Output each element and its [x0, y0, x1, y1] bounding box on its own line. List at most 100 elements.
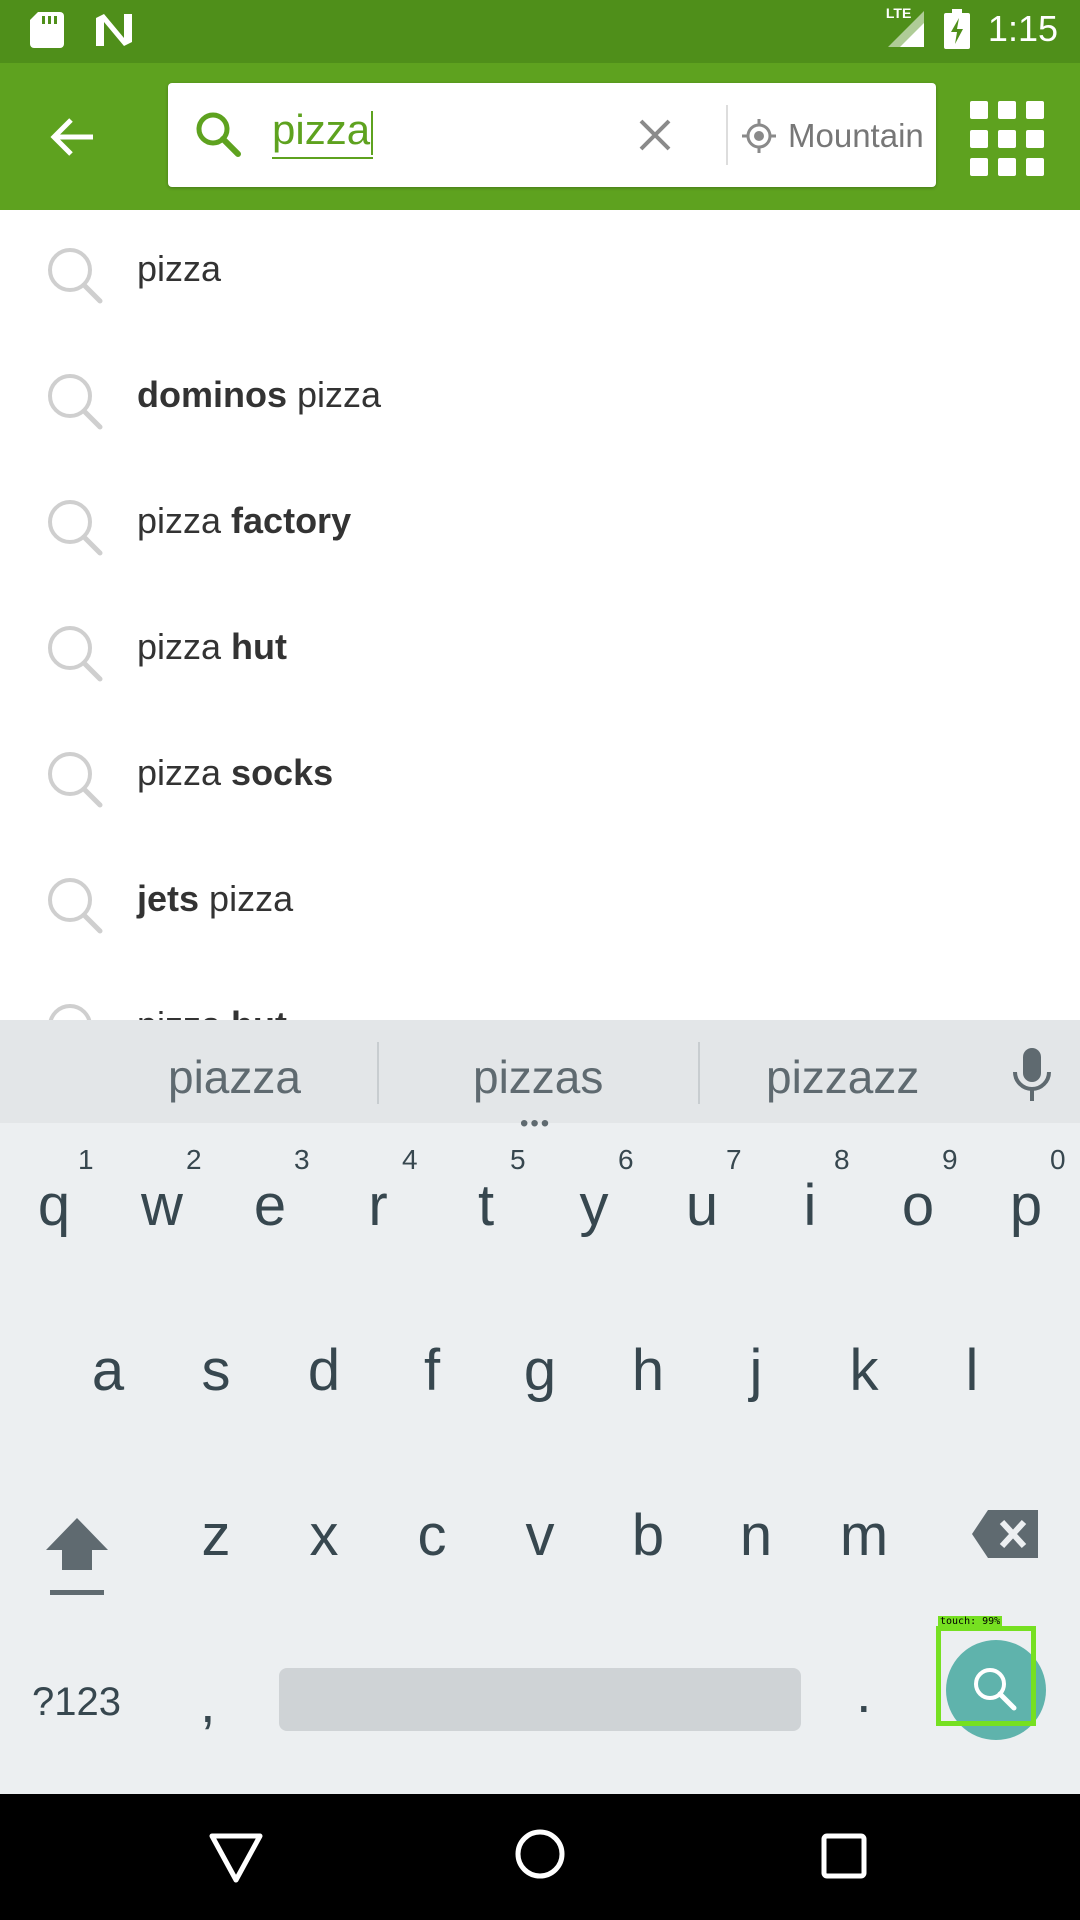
suggestion-search-icon [48, 878, 103, 934]
key-v[interactable]: v [486, 1502, 594, 1569]
key-d[interactable]: d [270, 1337, 378, 1404]
key-hint-number: 7 [726, 1144, 742, 1175]
key-hint-number: 4 [402, 1144, 418, 1175]
suggestion-search-icon [48, 1004, 92, 1020]
location-input[interactable]: Mountain View [788, 117, 928, 155]
grid-dot [970, 158, 988, 177]
keyboard-suggestion[interactable]: piazza [168, 1050, 301, 1104]
key-hint-number: 3 [294, 1144, 310, 1175]
key-z[interactable]: z [162, 1502, 270, 1569]
key-o[interactable]: o [864, 1172, 972, 1239]
grid-dot [998, 158, 1016, 177]
backspace-key[interactable] [972, 1510, 1038, 1558]
key-h[interactable]: h [594, 1337, 702, 1404]
suggestion-item[interactable]: pizza socks [0, 714, 1080, 840]
suggestion-item[interactable]: pizza hut [0, 966, 1080, 1020]
suggestion-plain: pizza [137, 626, 232, 667]
more-suggestions-dots: ••• [520, 1110, 552, 1137]
network-type-label: LTE [885, 5, 912, 21]
suggestion-item[interactable]: pizza hut [0, 588, 1080, 714]
keyboard-suggestion[interactable]: pizzazz [766, 1050, 919, 1104]
search-input[interactable]: pizza [272, 107, 374, 159]
search-icon [196, 112, 241, 157]
key-hint-number: 8 [834, 1144, 850, 1175]
key-a[interactable]: a [54, 1337, 162, 1404]
suggestion-bold-prefix: jets [137, 878, 200, 919]
key-n[interactable]: n [702, 1502, 810, 1569]
key-e[interactable]: e [216, 1172, 324, 1239]
key-j[interactable]: j [702, 1337, 810, 1404]
suggestion-item[interactable]: pizza [0, 210, 1080, 336]
comma-key[interactable]: , [200, 1670, 216, 1735]
nav-home-icon[interactable] [514, 1828, 566, 1880]
shift-key[interactable] [42, 1510, 112, 1600]
key-r[interactable]: r [324, 1172, 432, 1239]
suggestion-bold-suffix: factory [231, 500, 352, 541]
suggestion-text: pizza hut [137, 626, 287, 668]
key-x[interactable]: x [270, 1502, 378, 1569]
key-u[interactable]: u [648, 1172, 756, 1239]
clear-search-icon[interactable] [633, 113, 677, 157]
key-q[interactable]: q [0, 1172, 108, 1239]
key-l[interactable]: l [918, 1337, 1026, 1404]
nav-back-icon[interactable] [208, 1832, 264, 1884]
status-bar: LTE 1:15 [0, 0, 1080, 63]
clock-time: 1:15 [987, 8, 1058, 49]
suggestion-item[interactable]: dominos pizza [0, 336, 1080, 462]
suggestion-text: pizza factory [137, 500, 351, 542]
period-key[interactable]: . [856, 1660, 872, 1725]
key-c[interactable]: c [378, 1502, 486, 1569]
suggestion-bold-prefix: dominos [137, 374, 287, 415]
suggestion-text: pizza socks [137, 752, 333, 794]
suggestion-plain: pizza [137, 1004, 231, 1020]
touch-indicator-box [936, 1626, 1036, 1726]
key-s[interactable]: s [162, 1337, 270, 1404]
key-p[interactable]: p [972, 1172, 1080, 1239]
search-box: pizza Mountain View [168, 83, 936, 187]
symbols-key[interactable]: ?123 [32, 1680, 121, 1725]
grid-dot [998, 129, 1016, 148]
app-bar: pizza Mountain View [0, 63, 1080, 210]
key-k[interactable]: k [810, 1337, 918, 1404]
soft-keyboard: piazza pizzas pizzazz ••• q1w2e3r4t5y6u7… [0, 1020, 1080, 1794]
suggestion-plain: pizza [199, 878, 294, 919]
microphone-icon[interactable] [1012, 1048, 1052, 1102]
text-cursor [371, 110, 374, 155]
key-g[interactable]: g [486, 1337, 594, 1404]
nav-recent-apps-icon[interactable] [820, 1832, 868, 1880]
suggestion-search-icon [48, 626, 103, 682]
apps-grid-button[interactable] [970, 101, 1046, 177]
suggestion-search-icon [48, 374, 103, 430]
touch-indicator-label: touch: 99% [938, 1616, 1003, 1627]
suggestion-text: pizza [137, 248, 221, 290]
suggestion-plain: pizza [137, 248, 222, 289]
grid-dot [998, 101, 1016, 119]
key-hint-number: 5 [510, 1144, 526, 1175]
key-t[interactable]: t [432, 1172, 540, 1239]
key-f[interactable]: f [378, 1337, 486, 1404]
keyboard-suggestion[interactable]: pizzas [473, 1050, 603, 1104]
key-hint-number: 9 [942, 1144, 958, 1175]
key-hint-number: 2 [186, 1144, 202, 1175]
battery-charging-icon [943, 9, 970, 49]
suggestion-bold-suffix: hut [231, 626, 288, 667]
key-w[interactable]: w [108, 1172, 216, 1239]
key-i[interactable]: i [756, 1172, 864, 1239]
sd-card-icon [30, 12, 64, 48]
space-key[interactable] [279, 1668, 801, 1731]
suggestion-list: pizza dominos pizza pizza factory pizza … [0, 210, 1080, 1020]
key-y[interactable]: y [540, 1172, 648, 1239]
suggestion-bold-suffix: hut [231, 1004, 287, 1020]
suggestion-plain: pizza [287, 374, 382, 415]
suggestion-item[interactable]: pizza factory [0, 462, 1080, 588]
grid-dot [970, 129, 988, 148]
suggestion-item[interactable]: jets pizza [0, 840, 1080, 966]
back-button[interactable] [30, 103, 114, 171]
suggestion-search-icon [48, 500, 103, 556]
strip-divider [377, 1042, 379, 1104]
grid-dot [1026, 129, 1044, 148]
key-hint-number: 0 [1050, 1144, 1066, 1175]
grid-dot [1026, 101, 1044, 119]
key-m[interactable]: m [810, 1502, 918, 1569]
key-b[interactable]: b [594, 1502, 702, 1569]
